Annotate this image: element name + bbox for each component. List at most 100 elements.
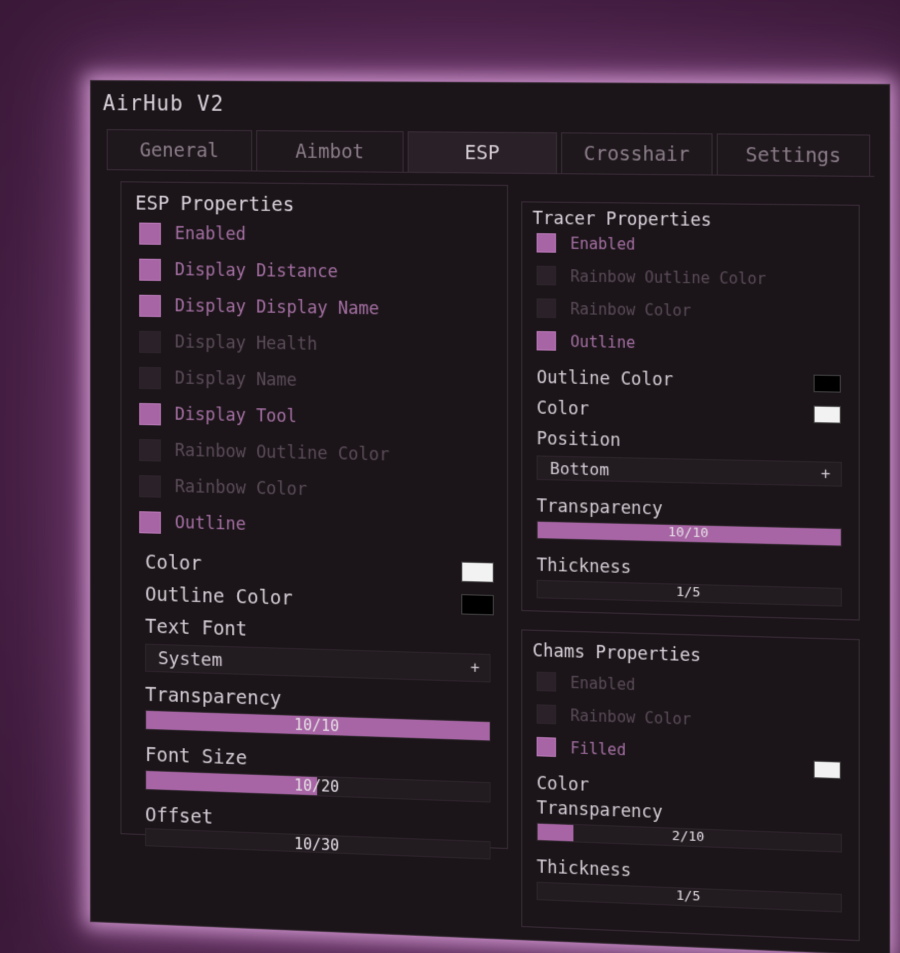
- tracer-color-label: Color: [537, 398, 589, 419]
- esp-properties-panel: ESP Properties Enabled Display Distance …: [120, 181, 508, 849]
- chams-properties-title: Chams Properties: [533, 641, 701, 666]
- slider-value: 10/10: [146, 711, 490, 741]
- esp-color-label: Color: [145, 551, 202, 575]
- esp-outline-color-label: Outline Color: [145, 583, 293, 609]
- esp-font-size-slider[interactable]: 10/20: [145, 770, 491, 803]
- tracer-position-label: Position: [537, 429, 621, 451]
- tab-aimbot[interactable]: Aimbot: [256, 130, 403, 172]
- checkbox-label: Rainbow Outline Color: [175, 441, 390, 466]
- checkbox-label: Display Display Name: [175, 296, 379, 319]
- tracer-check-rainbow-outline-color[interactable]: Rainbow Outline Color: [537, 266, 767, 289]
- tracer-color-swatch[interactable]: [814, 406, 841, 424]
- chams-check-enabled[interactable]: Enabled: [537, 672, 636, 694]
- chams-transparency-slider[interactable]: 2/10: [537, 823, 842, 853]
- checkbox[interactable]: [139, 475, 161, 498]
- tracer-outline-color-label: Outline Color: [537, 368, 674, 391]
- chams-color-swatch[interactable]: [814, 761, 841, 779]
- checkbox-label: Display Health: [175, 332, 318, 354]
- checkbox[interactable]: [537, 737, 556, 757]
- tracer-properties-panel: Tracer Properties Enabled Rainbow Outlin…: [521, 201, 859, 620]
- checkbox-label: Display Name: [175, 368, 297, 390]
- plus-icon: +: [821, 465, 830, 484]
- checkbox-label: Enabled: [570, 673, 635, 693]
- esp-transparency-label: Transparency: [145, 684, 281, 710]
- checkbox[interactable]: [537, 331, 556, 351]
- tab-bar: General Aimbot ESP Crosshair Settings: [107, 129, 875, 176]
- esp-font-size-label: Font Size: [145, 744, 247, 770]
- slider-value: 1/5: [538, 581, 841, 606]
- slider-value: 10/30: [146, 829, 490, 858]
- esp-color-swatch[interactable]: [461, 562, 494, 583]
- window-title: AirHub V2: [103, 91, 224, 116]
- tracer-outline-color-swatch[interactable]: [814, 375, 841, 393]
- checkbox[interactable]: [139, 439, 161, 462]
- checkbox[interactable]: [139, 259, 161, 281]
- checkbox-label: Display Tool: [175, 405, 297, 428]
- checkbox[interactable]: [139, 367, 161, 389]
- chams-thickness-slider[interactable]: 1/5: [537, 882, 842, 913]
- checkbox-label: Outline: [175, 513, 246, 535]
- checkbox-label: Rainbow Outline Color: [570, 267, 766, 288]
- tracer-check-outline[interactable]: Outline: [537, 331, 636, 352]
- checkbox-label: Filled: [570, 739, 626, 759]
- chams-check-rainbow-color[interactable]: Rainbow Color: [537, 704, 692, 728]
- checkbox[interactable]: [139, 403, 161, 425]
- tab-esp[interactable]: ESP: [408, 131, 557, 173]
- esp-text-font-label: Text Font: [145, 616, 247, 641]
- tracer-thickness-slider[interactable]: 1/5: [537, 580, 842, 607]
- dropdown-value: System: [158, 648, 222, 671]
- slider-value: 1/5: [538, 883, 841, 912]
- checkbox[interactable]: [139, 295, 161, 317]
- checkbox[interactable]: [537, 298, 556, 318]
- stage: AirHub V2 General Aimbot ESP Crosshair S…: [0, 0, 900, 900]
- plus-icon: +: [470, 658, 479, 677]
- esp-text-font-dropdown[interactable]: System +: [145, 644, 491, 683]
- checkbox[interactable]: [537, 266, 556, 286]
- checkbox-label: Enabled: [175, 224, 246, 245]
- esp-check-display-tool[interactable]: Display Tool: [139, 403, 297, 428]
- esp-check-outline[interactable]: Outline: [139, 511, 246, 536]
- esp-outline-color-swatch[interactable]: [461, 594, 494, 615]
- chams-thickness-label: Thickness: [537, 857, 631, 881]
- esp-check-display-distance[interactable]: Display Distance: [139, 259, 338, 284]
- esp-offset-slider[interactable]: 10/30: [145, 828, 491, 859]
- tab-general[interactable]: General: [107, 129, 252, 170]
- checkbox[interactable]: [139, 223, 161, 245]
- airhub-window: AirHub V2 General Aimbot ESP Crosshair S…: [90, 80, 890, 953]
- slider-value: 10/10: [538, 522, 841, 546]
- tracer-properties-title: Tracer Properties: [533, 209, 712, 231]
- checkbox[interactable]: [139, 511, 161, 534]
- tracer-position-dropdown[interactable]: Bottom +: [537, 455, 842, 486]
- chams-color-label: Color: [537, 774, 589, 796]
- dropdown-value: Bottom: [550, 458, 609, 479]
- tracer-transparency-label: Transparency: [537, 496, 663, 519]
- esp-check-display-display-name[interactable]: Display Display Name: [139, 295, 379, 321]
- checkbox-label: Rainbow Color: [570, 706, 691, 728]
- esp-check-display-name[interactable]: Display Name: [139, 367, 297, 392]
- slider-value: 2/10: [538, 824, 841, 852]
- checkbox[interactable]: [537, 233, 556, 253]
- checkbox[interactable]: [139, 331, 161, 353]
- tracer-check-rainbow-color[interactable]: Rainbow Color: [537, 298, 692, 320]
- esp-check-rainbow-outline-color[interactable]: Rainbow Outline Color: [139, 439, 389, 466]
- tracer-transparency-slider[interactable]: 10/10: [537, 521, 842, 547]
- slider-value: 10/20: [146, 771, 490, 802]
- esp-offset-label: Offset: [145, 804, 213, 829]
- checkbox-label: Rainbow Color: [175, 477, 307, 500]
- checkbox-label: Rainbow Color: [570, 299, 691, 319]
- esp-check-enabled[interactable]: Enabled: [139, 223, 246, 246]
- tracer-thickness-label: Thickness: [537, 555, 631, 578]
- checkbox[interactable]: [537, 704, 556, 724]
- chams-check-filled[interactable]: Filled: [537, 737, 626, 759]
- tab-crosshair[interactable]: Crosshair: [561, 132, 712, 174]
- chams-transparency-label: Transparency: [537, 798, 663, 823]
- esp-check-display-health[interactable]: Display Health: [139, 331, 317, 356]
- esp-transparency-slider[interactable]: 10/10: [145, 710, 491, 742]
- tab-settings[interactable]: Settings: [717, 133, 870, 175]
- checkbox-label: Enabled: [570, 234, 635, 253]
- esp-check-rainbow-color[interactable]: Rainbow Color: [139, 475, 307, 501]
- tracer-check-enabled[interactable]: Enabled: [537, 233, 636, 254]
- checkbox-label: Outline: [570, 332, 635, 351]
- checkbox[interactable]: [537, 672, 556, 692]
- chams-properties-panel: Chams Properties Enabled Rainbow Color F…: [521, 629, 859, 941]
